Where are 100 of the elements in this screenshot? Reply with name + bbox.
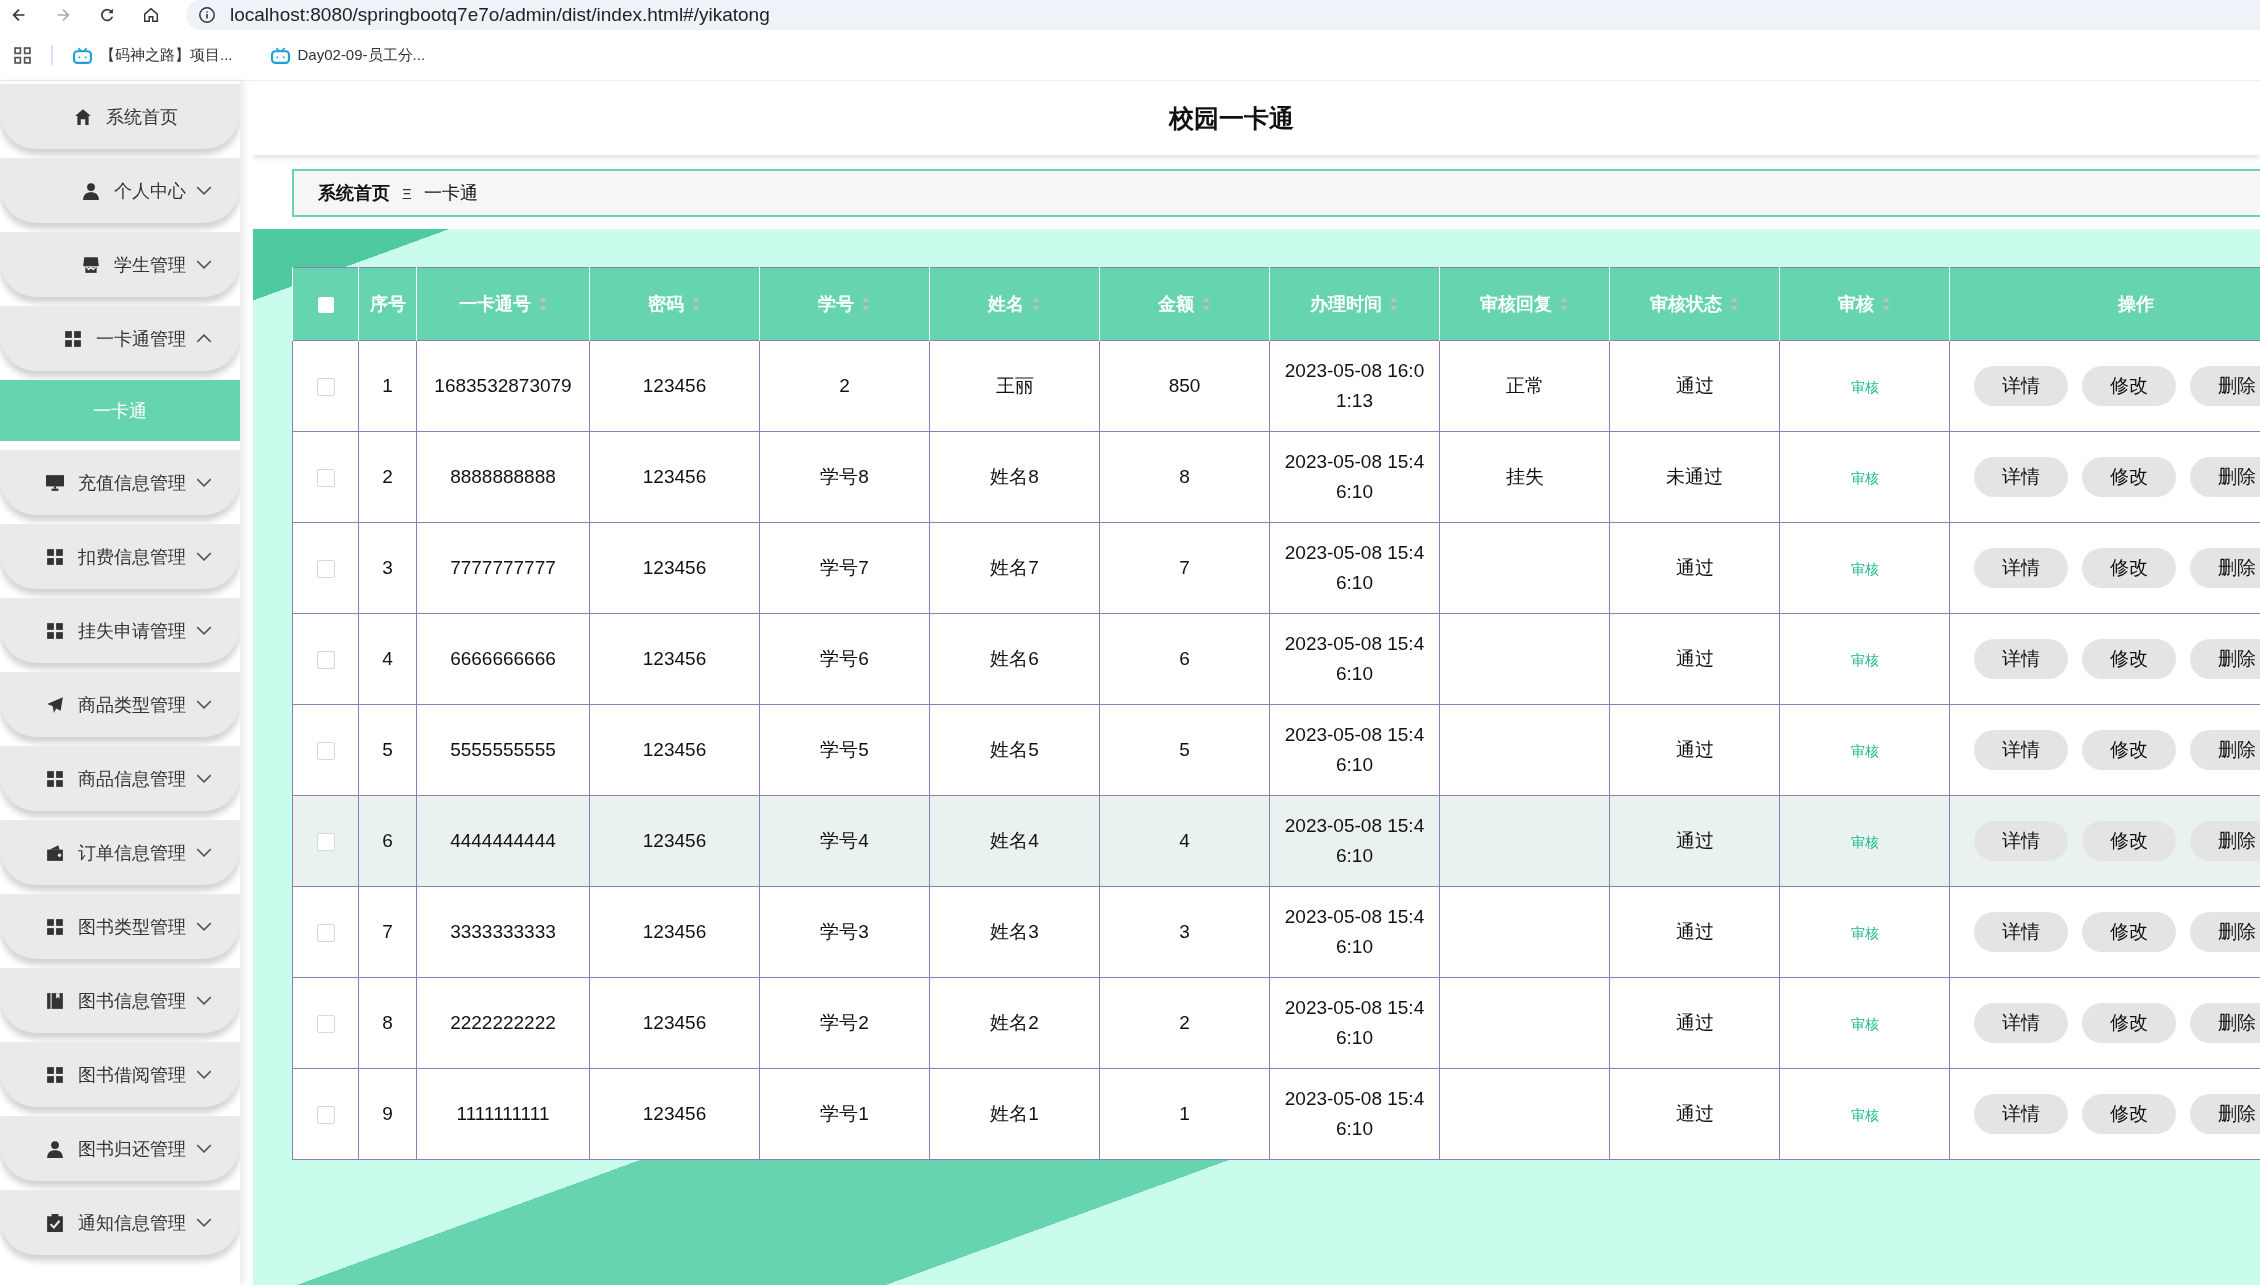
sidebar-item[interactable]: 图书信息管理: [0, 968, 240, 1033]
action-button[interactable]: 修改: [2082, 912, 2176, 952]
table-cell: 姓名2: [990, 1012, 1039, 1033]
row-checkbox[interactable]: [316, 742, 335, 760]
sort-icon[interactable]: [1389, 297, 1399, 311]
person-icon: [82, 181, 100, 200]
table-cell: 5555555555: [450, 739, 556, 760]
table-cell: 123456: [642, 1012, 707, 1033]
monitor-icon: [46, 473, 64, 492]
sidebar-item[interactable]: 订单信息管理: [0, 820, 240, 885]
grid-icon: [64, 329, 82, 348]
row-checkbox[interactable]: [316, 833, 335, 851]
action-button[interactable]: 删除: [2190, 1094, 2260, 1134]
action-button[interactable]: 详情: [1974, 548, 2068, 588]
row-checkbox[interactable]: [316, 1106, 335, 1124]
sort-icon[interactable]: [861, 297, 871, 311]
index-cell: 4: [382, 648, 393, 669]
sort-icon[interactable]: [1729, 297, 1739, 311]
action-button[interactable]: 删除: [2190, 457, 2260, 497]
sort-icon[interactable]: [1201, 297, 1211, 311]
row-checkbox[interactable]: [316, 469, 335, 487]
action-button[interactable]: 修改: [2082, 639, 2176, 679]
action-button[interactable]: 修改: [2082, 821, 2176, 861]
table-cell: 通过: [1675, 1103, 1714, 1124]
table-cell: 学号5: [820, 739, 869, 760]
table-cell: 通过: [1675, 1012, 1714, 1033]
action-button[interactable]: 删除: [2190, 366, 2260, 406]
table-cell: 未通过: [1666, 466, 1723, 487]
table-cell-text: 2023-05-08 15:46:10: [1284, 450, 1425, 504]
grid-icon: [46, 769, 64, 788]
action-button[interactable]: 修改: [2082, 457, 2176, 497]
sidebar-item[interactable]: 图书类型管理: [0, 894, 240, 959]
table-cell-text: 2023-05-08 15:46:10: [1284, 814, 1425, 868]
sidebar-item[interactable]: 商品类型管理: [0, 672, 240, 737]
action-button[interactable]: 修改: [2082, 548, 2176, 588]
index-cell: 8: [382, 1012, 393, 1033]
table-cell: 通过: [1675, 921, 1714, 942]
action-button[interactable]: 删除: [2190, 730, 2260, 770]
sort-icon[interactable]: [1881, 297, 1891, 311]
action-button[interactable]: 修改: [2082, 1094, 2176, 1134]
action-button[interactable]: 详情: [1974, 912, 2068, 952]
row-checkbox[interactable]: [316, 560, 335, 578]
sidebar-item[interactable]: 扣费信息管理: [0, 524, 240, 589]
grid-icon: [46, 547, 64, 566]
sidebar-item[interactable]: 商品信息管理: [0, 746, 240, 811]
info-icon: [198, 6, 216, 24]
table-cell: 姓名5: [990, 739, 1039, 760]
sort-icon[interactable]: [1559, 297, 1569, 311]
action-button[interactable]: 详情: [1974, 1094, 2068, 1134]
sidebar-item[interactable]: 挂失申请管理: [0, 598, 240, 663]
action-button[interactable]: 删除: [2190, 1003, 2260, 1043]
sidebar-item[interactable]: 充值信息管理: [0, 450, 240, 515]
sort-icon[interactable]: [691, 297, 701, 311]
action-button[interactable]: 删除: [2190, 548, 2260, 588]
row-checkbox[interactable]: [316, 378, 335, 396]
action-button[interactable]: 修改: [2082, 1003, 2176, 1043]
action-button[interactable]: 详情: [1974, 1003, 2068, 1043]
reload-icon[interactable]: [98, 6, 116, 24]
apps-icon[interactable]: [14, 46, 31, 64]
table-cell: 123456: [642, 739, 707, 760]
sidebar-item[interactable]: 图书借阅管理: [0, 1042, 240, 1107]
table-cell: 3: [1179, 921, 1190, 942]
sort-icon[interactable]: [1031, 297, 1041, 311]
action-button[interactable]: 详情: [1974, 366, 2068, 406]
action-button[interactable]: 修改: [2082, 366, 2176, 406]
sidebar-item[interactable]: 通知信息管理: [0, 1190, 240, 1255]
sidebar-item[interactable]: 一卡通管理: [0, 306, 240, 371]
bookmark-link[interactable]: Day02-09-员工分...: [297, 45, 426, 65]
row-checkbox[interactable]: [316, 924, 335, 942]
table-cell: 学号3: [820, 921, 869, 942]
sort-icon[interactable]: [537, 297, 548, 311]
table-cell-text: 2023-05-08 15:46:10: [1284, 1087, 1425, 1141]
table-cell: 3333333333: [450, 921, 556, 942]
select-all-checkbox[interactable]: [317, 296, 334, 313]
sidebar-item[interactable]: 学生管理: [0, 232, 240, 297]
sidebar-item[interactable]: 系统首页: [0, 84, 240, 149]
action-button[interactable]: 详情: [1974, 457, 2068, 497]
table-cell: 学号1: [820, 1103, 869, 1124]
action-button[interactable]: 修改: [2082, 730, 2176, 770]
table-cell: 1683532873079: [434, 375, 572, 396]
row-checkbox[interactable]: [316, 651, 335, 669]
row-checkbox[interactable]: [316, 1015, 335, 1033]
action-button[interactable]: 详情: [1974, 821, 2068, 861]
action-button[interactable]: 删除: [2190, 912, 2260, 952]
action-button[interactable]: 删除: [2190, 639, 2260, 679]
grid-icon: [46, 1065, 64, 1084]
sidebar-item[interactable]: 图书归还管理: [0, 1116, 240, 1181]
index-cell: 3: [382, 557, 393, 578]
home-icon[interactable]: [142, 6, 160, 24]
store-icon: [82, 255, 100, 274]
action-button[interactable]: 详情: [1974, 730, 2068, 770]
table-cell: 通过: [1675, 830, 1714, 851]
table-cell: 2222222222: [450, 1012, 556, 1033]
action-button[interactable]: 详情: [1974, 639, 2068, 679]
sidebar-item[interactable]: 个人中心: [0, 158, 240, 223]
address-bar[interactable]: localhost:8080/springbootq7e7o/admin/dist/index.html#/yikatong: [186, 0, 2260, 30]
action-button[interactable]: 删除: [2190, 821, 2260, 861]
index-cell: 7: [382, 921, 393, 942]
bookmark-link[interactable]: 【码神之路】项目...: [100, 45, 233, 65]
breadcrumb-link[interactable]: 系统首页: [318, 181, 390, 205]
